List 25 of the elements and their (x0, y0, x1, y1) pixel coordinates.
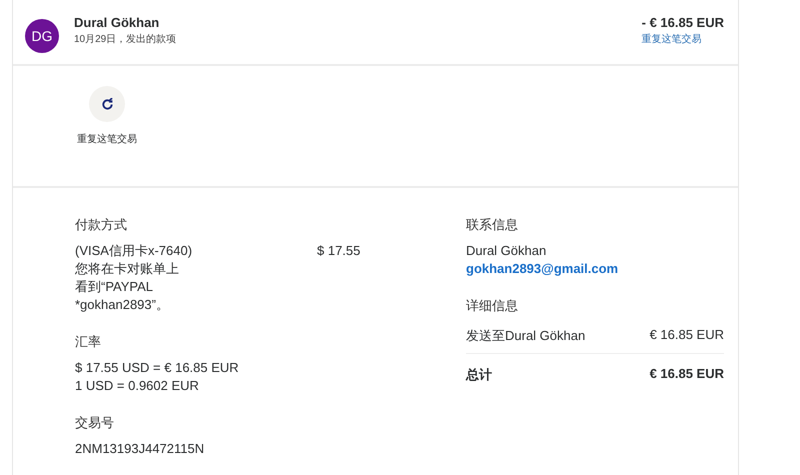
section-heading: 交易号 (75, 414, 115, 432)
contact-name: Dural Gökhan (466, 242, 548, 260)
section-heading: 付款方式 (75, 216, 128, 234)
contact-email[interactable]: gokhan2893@gmail.com (466, 260, 724, 278)
transaction-amount: - € 16.85 EUR (642, 14, 724, 30)
detail-value: € 16.85 EUR (650, 366, 724, 383)
action-label: 重复这笔交易 (76, 132, 138, 147)
repeat-link[interactable]: 重复这笔交易 (642, 32, 702, 46)
section-heading: 联系信息 (466, 216, 519, 234)
payment-amount: $ 17.55 (317, 242, 360, 260)
transaction-id: 2NM13193J4472115N (75, 440, 206, 458)
contact-name: Dural Gökhan (74, 14, 160, 30)
exchange-rate: $ 17.55 USD = € 16.85 EUR (75, 359, 240, 377)
transaction-date: 10月29日，发出的款项 (74, 32, 178, 46)
statement-note: 您将在卡对账单上看到“PAYPAL *gokhan2893”。 (75, 260, 180, 314)
exchange-rate: 1 USD = 0.9602 EUR (75, 377, 200, 395)
detail-label: 总计 (466, 366, 492, 384)
detail-label: 发送至Dural Gökhan (466, 327, 586, 345)
detail-value: € 16.85 EUR (650, 327, 724, 344)
section-heading: 详细信息 (466, 297, 519, 315)
refresh-icon (100, 98, 114, 110)
repeat-button[interactable] (89, 86, 125, 122)
avatar: DG (25, 19, 59, 53)
section-heading: 汇率 (75, 333, 102, 351)
payment-method: (VISA信用卡x-7640) (75, 243, 192, 258)
